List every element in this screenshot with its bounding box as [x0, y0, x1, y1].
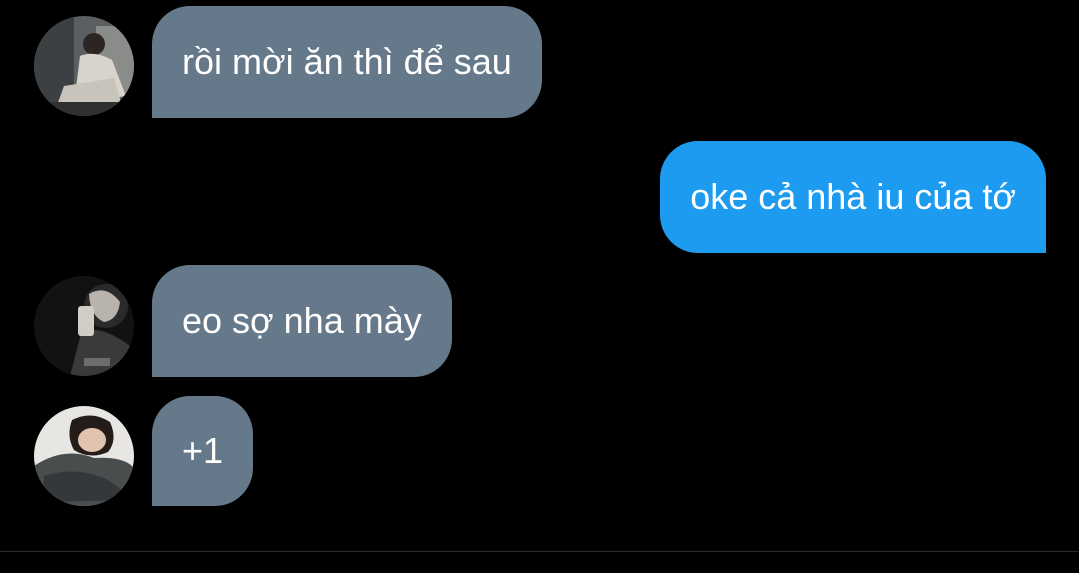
user-photo-1	[34, 16, 134, 116]
avatar[interactable]	[34, 16, 134, 116]
user-photo-3	[34, 406, 134, 506]
avatar[interactable]	[34, 406, 134, 506]
message-text: oke cả nhà iu của tớ	[690, 176, 1016, 217]
message-text: +1	[182, 430, 224, 471]
message-bubble-incoming[interactable]: eo sợ nha mày	[152, 265, 452, 377]
divider	[0, 551, 1079, 552]
message-text: eo sợ nha mày	[182, 300, 422, 341]
message-bubble-outgoing[interactable]: oke cả nhà iu của tớ	[660, 141, 1046, 253]
message-bubble-incoming[interactable]: rồi mời ăn thì để sau	[152, 6, 542, 118]
message-bubble-incoming[interactable]: +1	[152, 396, 254, 506]
message-text: rồi mời ăn thì để sau	[182, 41, 512, 82]
user-photo-2	[34, 276, 134, 376]
avatar[interactable]	[34, 276, 134, 376]
